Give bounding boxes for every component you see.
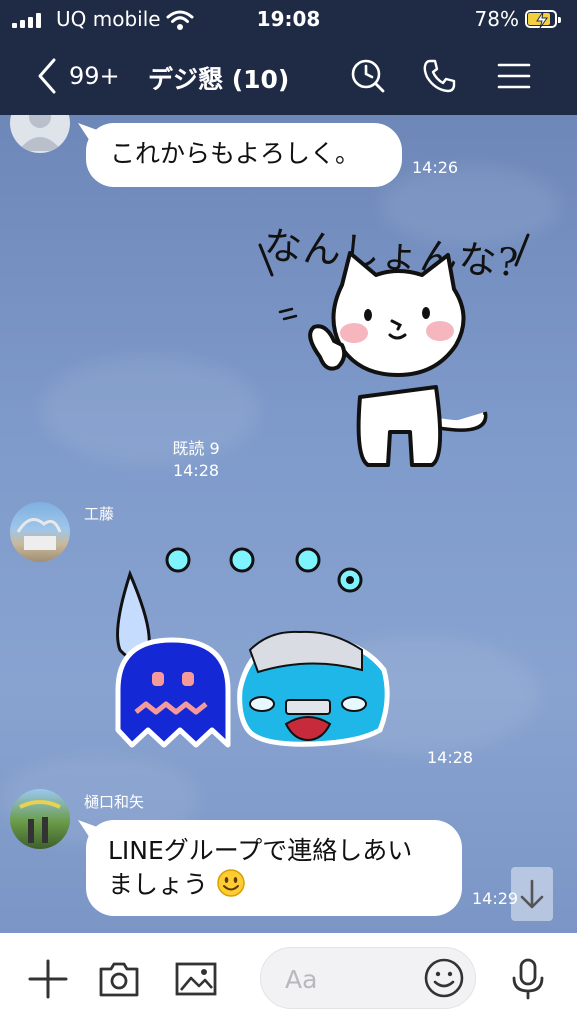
phone-icon[interactable] <box>422 58 458 94</box>
default-user-icon <box>18 115 62 151</box>
message-input[interactable]: Aa <box>260 947 476 1009</box>
ghost-car-illustration <box>115 547 390 748</box>
avatar-photo <box>19 800 61 843</box>
microphone-icon[interactable] <box>506 957 550 1001</box>
message-input-bar: Aa <box>0 933 577 1024</box>
sender-name: 樋口和矢 <box>84 793 145 811</box>
cat-illustration <box>258 233 530 467</box>
plus-icon[interactable] <box>26 957 70 1001</box>
status-bar: UQ mobile 19:08 78% <box>0 0 577 38</box>
cat-sticker[interactable]: なんしょんな? <box>250 217 550 482</box>
message-time: 14:28 <box>427 748 474 767</box>
back-chevron-icon <box>38 58 56 94</box>
image-icon[interactable] <box>174 957 218 1001</box>
menu-icon[interactable] <box>496 58 532 94</box>
avatar[interactable] <box>10 789 70 849</box>
message-input-placeholder: Aa <box>285 965 318 994</box>
battery-percent: 78% <box>474 7 519 31</box>
smiley-emoji-icon <box>217 869 245 897</box>
message-bubble[interactable]: LINEグループで連絡しあい ましょう <box>78 820 462 916</box>
read-receipt: 既読 9 14:28 <box>166 438 226 482</box>
message-time: 14:26 <box>412 158 459 177</box>
charging-bolt-icon <box>536 12 548 28</box>
ghost-car-sticker[interactable] <box>100 540 400 765</box>
battery-icon <box>525 10 561 28</box>
back-button[interactable]: 99+ <box>36 56 126 96</box>
chat-title: デジ懇 (10) <box>148 65 290 94</box>
read-count: 既読 9 <box>172 439 220 458</box>
message-text-line: ましょう <box>108 870 209 899</box>
unread-count: 99+ <box>69 62 120 90</box>
avatar-photo <box>16 518 62 550</box>
message-time: 14:28 <box>172 461 220 480</box>
chat-screen: UQ mobile 19:08 78% 99+ デジ懇 (10) これからもよろ… <box>0 0 577 1024</box>
avatar[interactable] <box>10 115 70 153</box>
arrow-down-icon <box>520 879 544 909</box>
avatar[interactable] <box>10 502 70 562</box>
message-list[interactable]: これからもよろしく。 14:26 なんしょんな? 既読 9 14:28 工藤 1… <box>0 115 577 933</box>
scroll-to-bottom-button[interactable] <box>511 867 553 921</box>
sender-name: 工藤 <box>84 505 115 523</box>
chat-header: 99+ デジ懇 (10) <box>0 38 577 115</box>
emoji-icon[interactable] <box>423 957 465 999</box>
camera-icon[interactable] <box>97 957 141 1001</box>
message-text: これからもよろしく。 <box>110 139 361 168</box>
history-clock-icon[interactable] <box>350 58 386 94</box>
message-text-line: LINEグループで連絡しあい <box>108 836 413 865</box>
message-bubble[interactable]: これからもよろしく。 <box>78 123 402 187</box>
